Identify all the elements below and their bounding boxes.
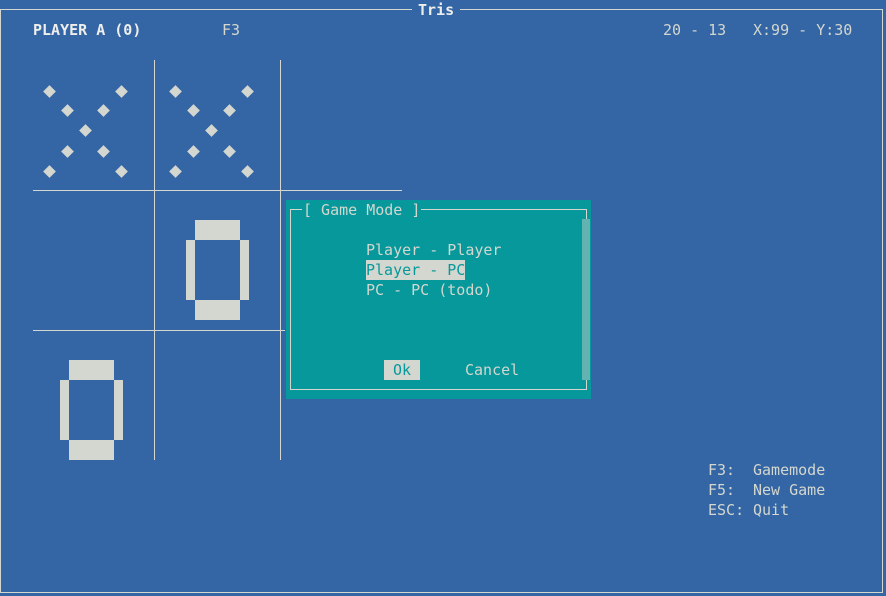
help-key: ESC: [708,501,745,519]
board-cell-x-mark[interactable] [40,80,136,180]
mode-option-player-pc[interactable]: Player - PC [366,260,466,280]
dialog-scrollbar[interactable] [582,219,590,380]
ok-button[interactable]: Ok [384,360,421,380]
help-line-gamemode: F3: Gamemode [708,460,825,480]
window-title: Tris [412,0,461,20]
board-horizontal-line [33,330,285,331]
help-action: Quit [753,501,790,519]
cursor-position-readout: X:99 - Y:30 [753,21,853,39]
help-action: New Game [753,481,826,499]
help-line-new-game: F5: New Game [708,480,825,500]
help-line-quit: ESC: Quit [708,500,789,520]
game-mode-dialog: [ Game Mode ] Player - Player Player - P… [286,200,591,399]
cancel-button[interactable]: Cancel [465,360,519,380]
board-cell-x-mark[interactable] [166,80,262,180]
dialog-title: [ Game Mode ] [302,200,422,220]
board-vertical-line [154,60,155,460]
mode-option-player-player[interactable]: Player - Player [366,240,501,260]
help-key: F5: [708,481,736,499]
current-player-label: PLAYER A (0) [33,21,142,39]
board-vertical-line [280,60,281,460]
help-action: Gamemode [753,461,826,479]
mode-option-pc-pc[interactable]: PC - PC (todo) [366,280,492,300]
board-cell-o-mark[interactable] [60,360,123,460]
hint-key-label: F3 [222,21,241,39]
board-cell-o-mark[interactable] [186,220,249,320]
board-horizontal-line [33,190,402,191]
score-readout: 20 - 13 [663,21,727,39]
help-key: F3: [708,461,736,479]
